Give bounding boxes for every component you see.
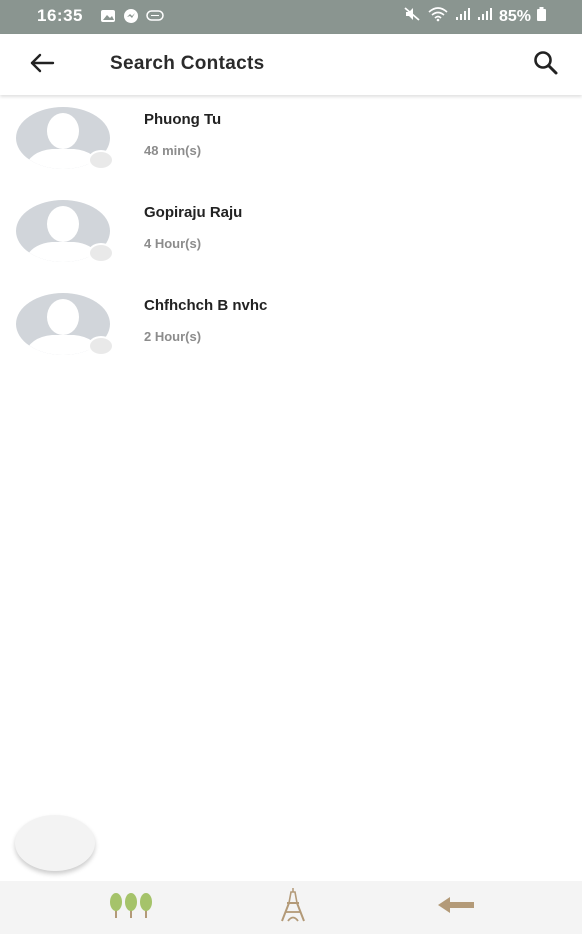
contact-name: Phuong Tu bbox=[144, 111, 222, 128]
back-button[interactable] bbox=[22, 48, 62, 82]
list-item[interactable]: Gopiraju Raju 4 Hour(s) bbox=[0, 188, 582, 281]
presence-indicator bbox=[88, 336, 114, 356]
presence-indicator bbox=[88, 243, 114, 263]
chat-bubble-icon bbox=[146, 9, 164, 28]
messenger-icon bbox=[123, 8, 139, 29]
nav-tower-button[interactable] bbox=[263, 887, 323, 927]
arrow-left-icon bbox=[436, 895, 476, 920]
contact-name: Gopiraju Raju bbox=[144, 204, 243, 221]
search-button[interactable] bbox=[528, 48, 564, 82]
bottom-nav bbox=[0, 881, 582, 934]
nav-trees-button[interactable] bbox=[101, 887, 161, 927]
nav-back-button[interactable] bbox=[426, 887, 486, 927]
wifi-icon bbox=[427, 6, 449, 27]
trees-icon bbox=[108, 890, 154, 925]
eiffel-tower-icon bbox=[277, 887, 309, 928]
mute-icon bbox=[403, 6, 421, 27]
signal-icon bbox=[477, 7, 493, 26]
contact-name: Chfhchch B nvhc bbox=[144, 297, 268, 314]
toolbar: Search Contacts bbox=[0, 34, 582, 95]
status-right: 85% bbox=[403, 6, 546, 27]
list-item[interactable]: Phuong Tu 48 min(s) bbox=[0, 95, 582, 188]
status-time: 16:35 bbox=[37, 6, 83, 25]
screen: 16:35 85% Search Contacts Phuong Tu 48 m… bbox=[0, 0, 582, 934]
last-seen: 48 min(s) bbox=[144, 143, 202, 158]
image-icon bbox=[100, 9, 116, 28]
battery-icon bbox=[537, 7, 546, 26]
status-bar: 16:35 85% bbox=[0, 0, 582, 34]
contact-list: Phuong Tu 48 min(s) Gopiraju Raju 4 Hour… bbox=[0, 95, 582, 374]
last-seen: 4 Hour(s) bbox=[144, 236, 202, 251]
status-left-icons bbox=[100, 8, 164, 29]
arrow-left-icon bbox=[28, 51, 56, 80]
presence-indicator bbox=[88, 150, 114, 170]
page-title: Search Contacts bbox=[110, 53, 265, 74]
floating-action-button[interactable] bbox=[15, 815, 95, 871]
last-seen: 2 Hour(s) bbox=[144, 329, 202, 344]
search-icon bbox=[532, 49, 560, 82]
signal-icon bbox=[455, 7, 471, 26]
list-item[interactable]: Chfhchch B nvhc 2 Hour(s) bbox=[0, 281, 582, 374]
battery-percent: 85% bbox=[498, 7, 531, 25]
